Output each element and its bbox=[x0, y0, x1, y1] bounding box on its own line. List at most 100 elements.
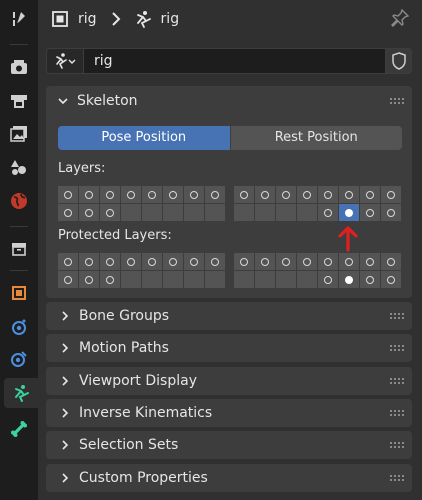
breadcrumb-object[interactable]: rig bbox=[78, 11, 97, 27]
bone-layer-toggle[interactable] bbox=[184, 186, 204, 203]
bone-layer-toggle[interactable] bbox=[121, 186, 141, 203]
protected-layer-toggle[interactable] bbox=[318, 271, 338, 288]
bone-layer-toggle[interactable] bbox=[339, 204, 359, 221]
protected-layer-toggle[interactable] bbox=[360, 271, 380, 288]
protected-layer-toggle[interactable] bbox=[121, 271, 141, 288]
bone-layer-toggle[interactable] bbox=[297, 186, 317, 203]
bone-layer-toggle[interactable] bbox=[205, 186, 225, 203]
protected-layer-toggle[interactable] bbox=[163, 271, 183, 288]
bone-layer-toggle[interactable] bbox=[142, 186, 162, 203]
constraints-tab[interactable] bbox=[4, 344, 34, 374]
layer-dot-icon bbox=[261, 190, 269, 199]
bone-layer-toggle[interactable] bbox=[100, 186, 120, 203]
bone-layer-toggle[interactable] bbox=[58, 186, 78, 203]
protected-layer-toggle[interactable] bbox=[163, 253, 183, 270]
protected-layer-toggle[interactable] bbox=[121, 253, 141, 270]
bone-layer-toggle[interactable] bbox=[255, 204, 275, 221]
protected-layer-toggle[interactable] bbox=[79, 271, 99, 288]
bone-tab[interactable] bbox=[4, 414, 34, 444]
protected-layer-toggle[interactable] bbox=[184, 271, 204, 288]
bone-layer-toggle[interactable] bbox=[297, 204, 317, 221]
drag-handle-icon[interactable] bbox=[390, 345, 404, 352]
protected-layer-toggle[interactable] bbox=[318, 253, 338, 270]
object-tab[interactable] bbox=[4, 278, 34, 308]
breadcrumb-data[interactable]: rig bbox=[161, 11, 180, 27]
bone-layer-toggle[interactable] bbox=[163, 204, 183, 221]
protected-layer-toggle[interactable] bbox=[381, 253, 401, 270]
protected-layer-toggle[interactable] bbox=[234, 253, 254, 270]
bone-layer-toggle[interactable] bbox=[58, 204, 78, 221]
protected-layer-toggle[interactable] bbox=[100, 271, 120, 288]
viewport-display-panel[interactable]: Viewport Display bbox=[46, 366, 412, 395]
protected-layer-toggle[interactable] bbox=[79, 253, 99, 270]
bone-layer-toggle[interactable] bbox=[234, 186, 254, 203]
bone-layer-toggle[interactable] bbox=[142, 204, 162, 221]
bone-layer-toggle[interactable] bbox=[255, 186, 275, 203]
protected-layer-toggle[interactable] bbox=[205, 253, 225, 270]
bone-layer-toggle[interactable] bbox=[163, 186, 183, 203]
protected-layer-toggle[interactable] bbox=[142, 271, 162, 288]
bone-layer-toggle[interactable] bbox=[318, 204, 338, 221]
bone-layer-toggle[interactable] bbox=[339, 186, 359, 203]
protected-layer-toggle[interactable] bbox=[276, 271, 296, 288]
armature-data-tab[interactable] bbox=[4, 378, 38, 408]
protected-layer-toggle[interactable] bbox=[255, 271, 275, 288]
skeleton-panel-header[interactable]: Skeleton bbox=[46, 86, 412, 116]
physics-tab[interactable] bbox=[4, 312, 34, 342]
bone-layer-toggle[interactable] bbox=[276, 186, 296, 203]
world-tab[interactable] bbox=[4, 186, 34, 216]
bone-layer-toggle[interactable] bbox=[318, 186, 338, 203]
rest-position-button[interactable]: Rest Position bbox=[229, 126, 402, 150]
output-tab[interactable] bbox=[4, 86, 34, 116]
drag-handle-icon[interactable] bbox=[390, 409, 404, 417]
inverse-kinematics-panel[interactable]: Inverse Kinematics bbox=[46, 398, 412, 427]
tool-tab[interactable] bbox=[4, 4, 34, 34]
bone-layer-toggle[interactable] bbox=[234, 204, 254, 221]
render-tab[interactable] bbox=[4, 52, 34, 82]
view-layer-tab[interactable] bbox=[4, 118, 34, 148]
drag-handle-icon[interactable] bbox=[390, 377, 404, 385]
drag-handle-icon[interactable] bbox=[390, 442, 404, 449]
bone-layer-toggle[interactable] bbox=[360, 186, 380, 203]
bone-layer-toggle[interactable] bbox=[79, 204, 99, 221]
panel-title: Skeleton bbox=[77, 93, 138, 109]
bone-layer-toggle[interactable] bbox=[100, 204, 120, 221]
protected-layer-toggle[interactable] bbox=[297, 253, 317, 270]
drag-handle-icon[interactable] bbox=[390, 474, 404, 482]
pose-position-button[interactable]: Pose Position bbox=[58, 126, 230, 150]
protected-layer-toggle[interactable] bbox=[100, 253, 120, 270]
bone-layer-toggle[interactable] bbox=[205, 204, 225, 221]
protected-layer-toggle[interactable] bbox=[234, 271, 254, 288]
protected-layer-toggle[interactable] bbox=[255, 253, 275, 270]
data-type-dropdown[interactable] bbox=[46, 48, 84, 74]
protected-layer-toggle[interactable] bbox=[205, 271, 225, 288]
protected-layer-toggle[interactable] bbox=[297, 271, 317, 288]
protected-layer-toggle[interactable] bbox=[339, 253, 359, 270]
scene-tab[interactable] bbox=[4, 152, 34, 182]
protected-layer-toggle[interactable] bbox=[360, 253, 380, 270]
custom-properties-panel[interactable]: Custom Properties bbox=[46, 463, 412, 492]
bone-layer-toggle[interactable] bbox=[360, 204, 380, 221]
selection-sets-panel[interactable]: Selection Sets bbox=[46, 431, 412, 460]
bone-layer-toggle[interactable] bbox=[184, 204, 204, 221]
bone-layer-toggle[interactable] bbox=[381, 204, 401, 221]
bone-layer-toggle[interactable] bbox=[79, 186, 99, 203]
protected-layer-toggle[interactable] bbox=[184, 253, 204, 270]
bone-layer-toggle[interactable] bbox=[121, 204, 141, 221]
protected-layer-toggle[interactable] bbox=[142, 253, 162, 270]
bone-layer-toggle[interactable] bbox=[381, 186, 401, 203]
protected-layer-toggle[interactable] bbox=[58, 253, 78, 270]
protected-layer-toggle[interactable] bbox=[339, 271, 359, 288]
collection-tab[interactable] bbox=[4, 234, 34, 264]
protected-layer-toggle[interactable] bbox=[58, 271, 78, 288]
bone-groups-panel[interactable]: Bone Groups bbox=[46, 302, 412, 330]
pin-icon[interactable] bbox=[390, 8, 410, 28]
bone-layer-toggle[interactable] bbox=[276, 204, 296, 221]
protected-layer-toggle[interactable] bbox=[276, 253, 296, 270]
drag-handle-icon[interactable] bbox=[390, 313, 404, 320]
motion-paths-panel[interactable]: Motion Paths bbox=[46, 334, 412, 363]
fake-user-button[interactable] bbox=[386, 48, 412, 74]
drag-handle-icon[interactable] bbox=[390, 98, 404, 105]
protected-layer-toggle[interactable] bbox=[381, 271, 401, 288]
data-name-field[interactable]: rig bbox=[84, 48, 386, 74]
